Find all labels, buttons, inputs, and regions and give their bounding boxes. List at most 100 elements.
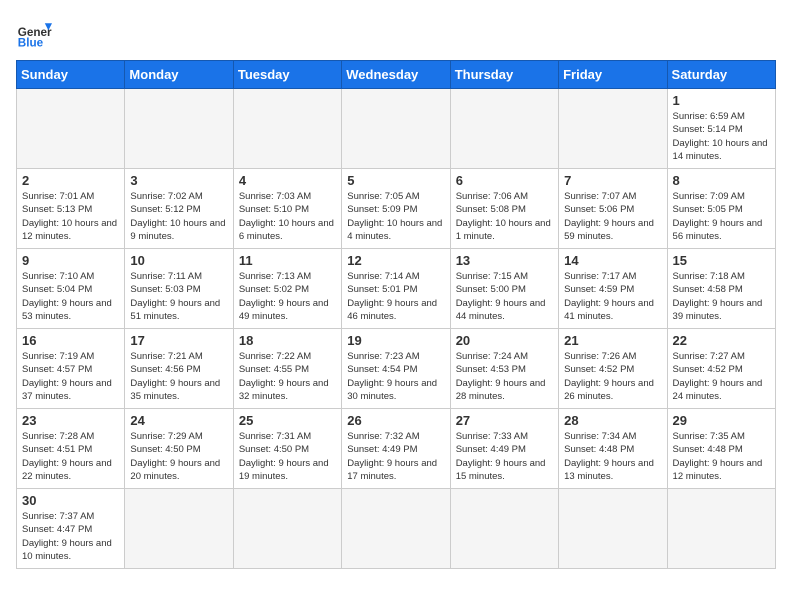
day-cell: 24 Sunrise: 7:29 AM Sunset: 4:50 PM Dayli… bbox=[125, 409, 233, 489]
day-cell bbox=[342, 89, 450, 169]
day-cell: 19 Sunrise: 7:23 AM Sunset: 4:54 PM Dayli… bbox=[342, 329, 450, 409]
day-cell: 23 Sunrise: 7:28 AM Sunset: 4:51 PM Dayli… bbox=[17, 409, 125, 489]
day-cell bbox=[125, 489, 233, 569]
day-info: Sunrise: 7:14 AM Sunset: 5:01 PM Dayligh… bbox=[347, 270, 445, 323]
day-info: Sunrise: 7:28 AM Sunset: 4:51 PM Dayligh… bbox=[22, 430, 120, 483]
calendar-table: SundayMondayTuesdayWednesdayThursdayFrid… bbox=[16, 60, 776, 569]
day-info: Sunrise: 7:07 AM Sunset: 5:06 PM Dayligh… bbox=[564, 190, 662, 243]
day-info: Sunrise: 7:24 AM Sunset: 4:53 PM Dayligh… bbox=[456, 350, 554, 403]
day-info: Sunrise: 7:33 AM Sunset: 4:49 PM Dayligh… bbox=[456, 430, 554, 483]
day-info: Sunrise: 7:18 AM Sunset: 4:58 PM Dayligh… bbox=[673, 270, 771, 323]
logo: General Blue bbox=[16, 16, 52, 52]
day-number: 7 bbox=[564, 173, 662, 188]
day-cell: 27Sunrise: 7:33 AM Sunset: 4:49 PM Dayli… bbox=[450, 409, 558, 489]
day-cell: 15 Sunrise: 7:18 AM Sunset: 4:58 PM Dayli… bbox=[667, 249, 775, 329]
day-number: 3 bbox=[130, 173, 228, 188]
day-info: Sunrise: 7:09 AM Sunset: 5:05 PM Dayligh… bbox=[673, 190, 771, 243]
day-cell bbox=[450, 89, 558, 169]
week-row-6: 30Sunrise: 7:37 AM Sunset: 4:47 PM Dayli… bbox=[17, 489, 776, 569]
day-cell: 3 Sunrise: 7:02 AM Sunset: 5:12 PM Daylig… bbox=[125, 169, 233, 249]
day-cell: 13 Sunrise: 7:15 AM Sunset: 5:00 PM Dayli… bbox=[450, 249, 558, 329]
day-cell: 28 Sunrise: 7:34 AM Sunset: 4:48 PM Dayli… bbox=[559, 409, 667, 489]
day-number: 24 bbox=[130, 413, 228, 428]
day-number: 17 bbox=[130, 333, 228, 348]
day-info: Sunrise: 7:03 AM Sunset: 5:10 PM Dayligh… bbox=[239, 190, 337, 243]
day-cell: 11Sunrise: 7:13 AM Sunset: 5:02 PM Dayli… bbox=[233, 249, 341, 329]
day-number: 30 bbox=[22, 493, 120, 508]
day-info: Sunrise: 7:32 AM Sunset: 4:49 PM Dayligh… bbox=[347, 430, 445, 483]
day-info: Sunrise: 7:35 AM Sunset: 4:48 PM Dayligh… bbox=[673, 430, 771, 483]
day-info: Sunrise: 7:21 AM Sunset: 4:56 PM Dayligh… bbox=[130, 350, 228, 403]
day-cell: 7 Sunrise: 7:07 AM Sunset: 5:06 PM Daylig… bbox=[559, 169, 667, 249]
week-row-4: 16 Sunrise: 7:19 AM Sunset: 4:57 PM Dayli… bbox=[17, 329, 776, 409]
day-cell: 22 Sunrise: 7:27 AM Sunset: 4:52 PM Dayli… bbox=[667, 329, 775, 409]
day-info: Sunrise: 7:19 AM Sunset: 4:57 PM Dayligh… bbox=[22, 350, 120, 403]
day-cell: 29Sunrise: 7:35 AM Sunset: 4:48 PM Dayli… bbox=[667, 409, 775, 489]
day-info: Sunrise: 6:59 AM Sunset: 5:14 PM Dayligh… bbox=[673, 110, 771, 163]
day-info: Sunrise: 7:29 AM Sunset: 4:50 PM Dayligh… bbox=[130, 430, 228, 483]
day-cell bbox=[17, 89, 125, 169]
day-number: 18 bbox=[239, 333, 337, 348]
day-cell: 20Sunrise: 7:24 AM Sunset: 4:53 PM Dayli… bbox=[450, 329, 558, 409]
day-cell: 26 Sunrise: 7:32 AM Sunset: 4:49 PM Dayli… bbox=[342, 409, 450, 489]
day-number: 26 bbox=[347, 413, 445, 428]
day-cell bbox=[559, 89, 667, 169]
day-cell bbox=[667, 489, 775, 569]
day-number: 13 bbox=[456, 253, 554, 268]
day-number: 4 bbox=[239, 173, 337, 188]
day-cell bbox=[125, 89, 233, 169]
weekday-header-friday: Friday bbox=[559, 61, 667, 89]
day-number: 21 bbox=[564, 333, 662, 348]
day-number: 22 bbox=[673, 333, 771, 348]
day-number: 6 bbox=[456, 173, 554, 188]
day-number: 25 bbox=[239, 413, 337, 428]
day-cell: 12 Sunrise: 7:14 AM Sunset: 5:01 PM Dayli… bbox=[342, 249, 450, 329]
day-number: 19 bbox=[347, 333, 445, 348]
day-cell bbox=[450, 489, 558, 569]
day-cell bbox=[233, 489, 341, 569]
day-cell bbox=[342, 489, 450, 569]
day-info: Sunrise: 7:02 AM Sunset: 5:12 PM Dayligh… bbox=[130, 190, 228, 243]
week-row-1: 1 Sunrise: 6:59 AM Sunset: 5:14 PM Daylig… bbox=[17, 89, 776, 169]
day-info: Sunrise: 7:06 AM Sunset: 5:08 PM Dayligh… bbox=[456, 190, 554, 243]
day-number: 28 bbox=[564, 413, 662, 428]
day-info: Sunrise: 7:23 AM Sunset: 4:54 PM Dayligh… bbox=[347, 350, 445, 403]
week-row-5: 23 Sunrise: 7:28 AM Sunset: 4:51 PM Dayli… bbox=[17, 409, 776, 489]
day-cell: 18 Sunrise: 7:22 AM Sunset: 4:55 PM Dayli… bbox=[233, 329, 341, 409]
weekday-header-thursday: Thursday bbox=[450, 61, 558, 89]
day-cell: 21Sunrise: 7:26 AM Sunset: 4:52 PM Dayli… bbox=[559, 329, 667, 409]
weekday-header-row: SundayMondayTuesdayWednesdayThursdayFrid… bbox=[17, 61, 776, 89]
week-row-3: 9 Sunrise: 7:10 AM Sunset: 5:04 PM Daylig… bbox=[17, 249, 776, 329]
day-number: 2 bbox=[22, 173, 120, 188]
day-cell: 25 Sunrise: 7:31 AM Sunset: 4:50 PM Dayli… bbox=[233, 409, 341, 489]
day-cell: 6 Sunrise: 7:06 AM Sunset: 5:08 PM Daylig… bbox=[450, 169, 558, 249]
day-info: Sunrise: 7:10 AM Sunset: 5:04 PM Dayligh… bbox=[22, 270, 120, 323]
svg-text:Blue: Blue bbox=[18, 37, 44, 50]
day-info: Sunrise: 7:27 AM Sunset: 4:52 PM Dayligh… bbox=[673, 350, 771, 403]
day-number: 12 bbox=[347, 253, 445, 268]
day-number: 8 bbox=[673, 173, 771, 188]
day-cell: 16 Sunrise: 7:19 AM Sunset: 4:57 PM Dayli… bbox=[17, 329, 125, 409]
day-info: Sunrise: 7:34 AM Sunset: 4:48 PM Dayligh… bbox=[564, 430, 662, 483]
day-cell: 8 Sunrise: 7:09 AM Sunset: 5:05 PM Daylig… bbox=[667, 169, 775, 249]
day-number: 1 bbox=[673, 93, 771, 108]
day-cell: 9 Sunrise: 7:10 AM Sunset: 5:04 PM Daylig… bbox=[17, 249, 125, 329]
day-number: 16 bbox=[22, 333, 120, 348]
day-cell: 10Sunrise: 7:11 AM Sunset: 5:03 PM Dayli… bbox=[125, 249, 233, 329]
day-cell: 14Sunrise: 7:17 AM Sunset: 4:59 PM Dayli… bbox=[559, 249, 667, 329]
day-number: 23 bbox=[22, 413, 120, 428]
weekday-header-saturday: Saturday bbox=[667, 61, 775, 89]
day-number: 9 bbox=[22, 253, 120, 268]
day-info: Sunrise: 7:01 AM Sunset: 5:13 PM Dayligh… bbox=[22, 190, 120, 243]
day-info: Sunrise: 7:22 AM Sunset: 4:55 PM Dayligh… bbox=[239, 350, 337, 403]
day-info: Sunrise: 7:15 AM Sunset: 5:00 PM Dayligh… bbox=[456, 270, 554, 323]
day-info: Sunrise: 7:31 AM Sunset: 4:50 PM Dayligh… bbox=[239, 430, 337, 483]
day-number: 10 bbox=[130, 253, 228, 268]
day-cell: 4 Sunrise: 7:03 AM Sunset: 5:10 PM Daylig… bbox=[233, 169, 341, 249]
day-info: Sunrise: 7:17 AM Sunset: 4:59 PM Dayligh… bbox=[564, 270, 662, 323]
day-cell: 17 Sunrise: 7:21 AM Sunset: 4:56 PM Dayli… bbox=[125, 329, 233, 409]
day-number: 15 bbox=[673, 253, 771, 268]
day-cell: 5Sunrise: 7:05 AM Sunset: 5:09 PM Daylig… bbox=[342, 169, 450, 249]
weekday-header-sunday: Sunday bbox=[17, 61, 125, 89]
day-info: Sunrise: 7:13 AM Sunset: 5:02 PM Dayligh… bbox=[239, 270, 337, 323]
